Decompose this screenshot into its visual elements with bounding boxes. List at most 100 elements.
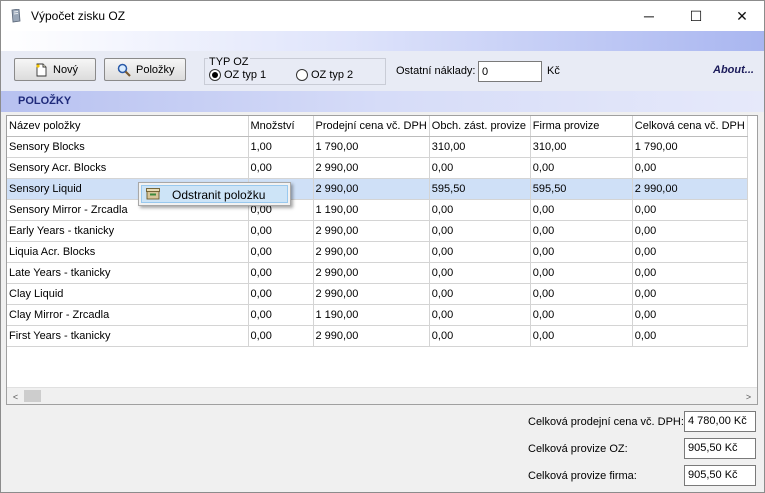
table-cell[interactable]: 0,00 xyxy=(632,199,748,221)
window-title: Výpočet zisku OZ xyxy=(31,9,126,23)
table-cell[interactable]: 1 190,00 xyxy=(313,304,430,326)
items-section-header: POLOŽKY xyxy=(1,91,764,112)
table-cell[interactable]: 0,00 xyxy=(632,283,748,305)
table-cell[interactable]: 0,00 xyxy=(429,283,531,305)
table-cell[interactable]: Sensory Acr. Blocks xyxy=(7,157,249,179)
table-cell[interactable]: 0,00 xyxy=(248,304,314,326)
table-cell[interactable]: 0,00 xyxy=(530,283,633,305)
table-cell[interactable]: 0,00 xyxy=(248,283,314,305)
total-oz-field[interactable]: 905,50 Kč xyxy=(684,438,756,459)
table-cell[interactable]: 595,50 xyxy=(429,178,531,200)
oz-type2-radio[interactable] xyxy=(296,69,308,81)
column-header[interactable]: Firma provize xyxy=(530,116,633,137)
table-row[interactable]: Early Years - tkanicky 0,00 2 990,00 0,00 0,… xyxy=(7,220,748,242)
header-gradient xyxy=(1,31,764,51)
table-row[interactable]: Liquia Acr. Blocks 0,00 2 990,00 0,00 0,00 0,… xyxy=(7,241,748,263)
table-row[interactable]: Clay Liquid 0,00 2 990,00 0,00 0,00 0,00 xyxy=(7,283,748,305)
table-cell[interactable]: 0,00 xyxy=(530,262,633,284)
table-cell[interactable]: 1 790,00 xyxy=(632,136,748,158)
table-row[interactable]: Sensory Mirror - Zrcadla 0,00 1 190,00 0,00… xyxy=(7,199,748,221)
maximize-button[interactable]: ☐ xyxy=(673,1,719,31)
oz-type2-label[interactable]: OZ typ 2 xyxy=(311,69,353,81)
scroll-thumb[interactable] xyxy=(24,390,41,402)
table-cell[interactable]: 1 790,00 xyxy=(313,136,430,158)
table-cell[interactable]: Clay Mirror - Zrcadla xyxy=(7,304,249,326)
table-cell[interactable]: 310,00 xyxy=(429,136,531,158)
title-bar[interactable]: Výpočet zisku OZ ─ ☐ ✕ xyxy=(1,1,764,31)
table-cell[interactable]: 0,00 xyxy=(530,199,633,221)
table-cell[interactable]: 0,00 xyxy=(429,262,531,284)
table-cell[interactable]: 1,00 xyxy=(248,136,314,158)
table-row[interactable]: Sensory Blocks 1,00 1 790,00 310,00 310,00 1 … xyxy=(7,136,748,158)
table-cell[interactable]: 0,00 xyxy=(248,325,314,347)
table-cell[interactable]: 0,00 xyxy=(429,199,531,221)
table-cell[interactable]: 2 990,00 xyxy=(313,325,430,347)
table-cell[interactable]: 0,00 xyxy=(632,262,748,284)
table-row[interactable]: Sensory Liquid1,002 990,00595,50595,502 … xyxy=(7,178,748,200)
table-cell[interactable]: 2 990,00 xyxy=(632,178,748,200)
table-row[interactable]: Late Years - tkanicky 0,00 2 990,00 0,00 0,0… xyxy=(7,262,748,284)
context-menu-item-remove[interactable]: Odstranit položku xyxy=(141,185,288,203)
table-cell[interactable]: 0,00 xyxy=(632,241,748,263)
column-header[interactable]: Prodejní cena vč. DPH xyxy=(313,116,430,137)
table-cell[interactable]: 0,00 xyxy=(632,325,748,347)
table-row[interactable]: First Years - tkanicky 0,00 2 990,00 0,00 0,… xyxy=(7,325,748,347)
table-row[interactable]: Sensory Acr. Blocks 0,00 2 990,00 0,00 0,00 0… xyxy=(7,157,748,179)
new-button[interactable]: Nový xyxy=(14,58,96,81)
close-icon: ✕ xyxy=(736,7,748,24)
minimize-button[interactable]: ─ xyxy=(626,1,672,31)
items-button[interactable]: Položky xyxy=(104,58,186,81)
table-cell[interactable]: 0,00 xyxy=(429,241,531,263)
table-cell[interactable]: 0,00 xyxy=(632,157,748,179)
table-cell[interactable]: 0,00 xyxy=(632,220,748,242)
table-row[interactable]: Clay Mirror - Zrcadla 0,00 1 190,00 0,00 0,0… xyxy=(7,304,748,326)
column-header[interactable]: Celková cena vč. DPH xyxy=(632,116,748,137)
table-cell[interactable]: 2 990,00 xyxy=(313,283,430,305)
table-cell[interactable]: 0,00 xyxy=(248,220,314,242)
table-cell[interactable]: First Years - tkanicky xyxy=(7,325,249,347)
other-costs-input[interactable] xyxy=(478,61,542,82)
table-cell[interactable]: 1 190,00 xyxy=(313,199,430,221)
horizontal-scrollbar[interactable]: < > xyxy=(7,387,757,404)
oz-type1-label[interactable]: OZ typ 1 xyxy=(224,69,266,81)
table-cell[interactable]: Liquia Acr. Blocks xyxy=(7,241,249,263)
scroll-left-icon[interactable]: < xyxy=(7,389,24,404)
table-cell[interactable]: 0,00 xyxy=(530,304,633,326)
about-link[interactable]: About... xyxy=(713,64,754,76)
table-cell[interactable]: 2 990,00 xyxy=(313,262,430,284)
oz-type1-radio[interactable] xyxy=(209,69,221,81)
table-cell[interactable]: Sensory Blocks xyxy=(7,136,249,158)
table-cell[interactable]: Late Years - tkanicky xyxy=(7,262,249,284)
scroll-right-icon[interactable]: > xyxy=(740,389,757,404)
table-cell[interactable]: 0,00 xyxy=(530,220,633,242)
table-cell[interactable]: 310,00 xyxy=(530,136,633,158)
table-cell[interactable]: 0,00 xyxy=(429,304,531,326)
table-cell[interactable]: 0,00 xyxy=(530,241,633,263)
new-button-label: Nový xyxy=(53,63,79,76)
app-window: Výpočet zisku OZ ─ ☐ ✕ Nový Položky TYP … xyxy=(0,0,765,493)
table-cell[interactable]: Early Years - tkanicky xyxy=(7,220,249,242)
table-cell[interactable]: 595,50 xyxy=(530,178,633,200)
table-cell[interactable]: 0,00 xyxy=(248,262,314,284)
items-section-title: POLOŽKY xyxy=(18,95,72,107)
items-grid[interactable]: Název položky Množství Prodejní cena vč.… xyxy=(6,115,758,405)
total-price-field[interactable]: 4 780,00 Kč xyxy=(684,411,756,432)
table-cell[interactable]: 0,00 xyxy=(248,157,314,179)
table-cell[interactable]: 0,00 xyxy=(429,220,531,242)
column-header[interactable]: Množství xyxy=(248,116,314,137)
total-company-field[interactable]: 905,50 Kč xyxy=(684,465,756,486)
column-header[interactable]: Obch. zást. provize xyxy=(429,116,531,137)
table-cell[interactable]: Clay Liquid xyxy=(7,283,249,305)
table-cell[interactable]: 2 990,00 xyxy=(313,157,430,179)
table-cell[interactable]: 0,00 xyxy=(429,325,531,347)
table-cell[interactable]: 2 990,00 xyxy=(313,220,430,242)
table-cell[interactable]: 0,00 xyxy=(248,241,314,263)
table-cell[interactable]: 0,00 xyxy=(632,304,748,326)
table-cell[interactable]: 0,00 xyxy=(429,157,531,179)
close-button[interactable]: ✕ xyxy=(719,1,765,31)
table-cell[interactable]: 2 990,00 xyxy=(313,241,430,263)
table-cell[interactable]: 2 990,00 xyxy=(313,178,430,200)
table-cell[interactable]: 0,00 xyxy=(530,325,633,347)
column-header[interactable]: Název položky xyxy=(7,116,249,137)
table-cell[interactable]: 0,00 xyxy=(530,157,633,179)
